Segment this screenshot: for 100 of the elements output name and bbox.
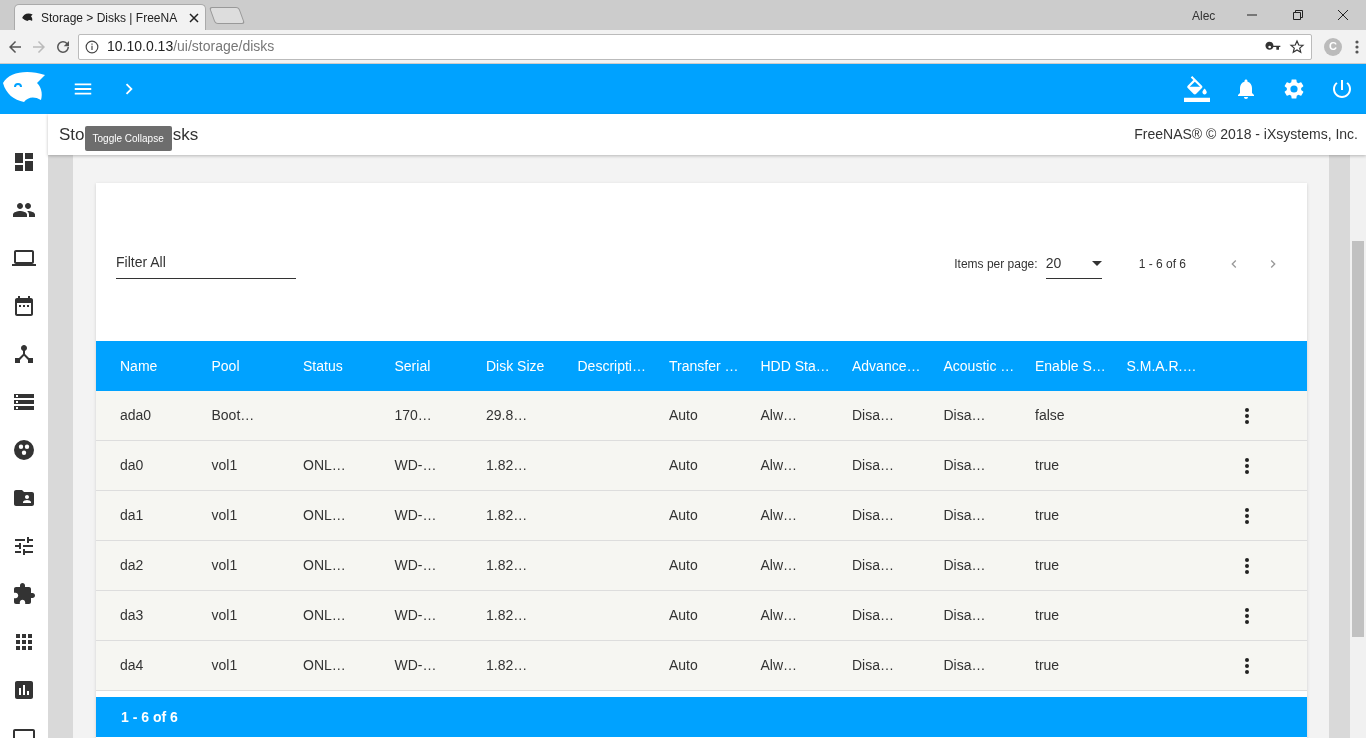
more-options-icon[interactable] bbox=[1244, 556, 1250, 575]
table-cell-text: ONL… bbox=[303, 456, 347, 475]
sharing-icon[interactable] bbox=[12, 438, 36, 462]
paint-bucket-icon[interactable] bbox=[1184, 76, 1210, 102]
more-options-icon[interactable] bbox=[1244, 656, 1250, 675]
column-header[interactable]: Disk Size bbox=[486, 355, 578, 377]
calendar-icon[interactable] bbox=[12, 294, 36, 318]
table-cell-text: vol1 bbox=[211, 506, 239, 525]
address-bar[interactable]: 10.10.0.13/ui/storage/disks bbox=[78, 33, 1312, 60]
table-cell-text: da3 bbox=[120, 606, 145, 625]
footer-range-text: 1 - 6 of 6 bbox=[121, 707, 178, 727]
table-cell-text: Disa… bbox=[852, 656, 895, 675]
browser-tab[interactable]: Storage > Disks | FreeNA bbox=[14, 4, 206, 30]
table-cell-text: WD-… bbox=[394, 606, 438, 625]
table-cell-text: da0 bbox=[120, 456, 145, 475]
table-cell-text: Auto bbox=[669, 456, 699, 475]
extension-button[interactable]: C bbox=[1324, 37, 1342, 56]
table-cell-text: Auto bbox=[669, 656, 699, 675]
profile-name[interactable]: Alec bbox=[1192, 7, 1216, 25]
more-options-icon[interactable] bbox=[1244, 606, 1250, 625]
items-per-page-select[interactable]: 20 bbox=[1045, 249, 1102, 279]
column-header[interactable]: Serial bbox=[394, 355, 486, 377]
menu-icon[interactable] bbox=[1354, 38, 1360, 55]
filter-field[interactable]: Filter All bbox=[116, 249, 296, 279]
table-cell-text: Disa… bbox=[943, 556, 987, 575]
table-cell-text: Alw… bbox=[760, 506, 799, 525]
bar-chart-icon[interactable] bbox=[12, 678, 36, 702]
table-cell-text: 29.8… bbox=[486, 406, 529, 425]
table-cell-text: 1.82… bbox=[486, 606, 529, 625]
more-options-icon[interactable] bbox=[1244, 456, 1250, 475]
table-cell-text: WD-… bbox=[394, 656, 438, 675]
table-cell-text: Alw… bbox=[760, 406, 799, 425]
column-header[interactable]: S.M.A.R.… bbox=[1126, 355, 1218, 377]
table-cell-text: Auto bbox=[669, 556, 699, 575]
dashboard-icon[interactable] bbox=[12, 150, 36, 174]
table-cell-text: Auto bbox=[669, 506, 699, 525]
table-cell-text: Disa… bbox=[943, 606, 987, 625]
table-cell-text: true bbox=[1035, 506, 1061, 525]
table-cell-text: da2 bbox=[120, 556, 145, 575]
scrollbar[interactable] bbox=[1350, 155, 1366, 738]
table-cell-text: 1.82… bbox=[486, 656, 529, 675]
table-cell-text: WD-… bbox=[394, 556, 438, 575]
table-cell-text: 170… bbox=[394, 406, 433, 425]
table-cell-text: Disa… bbox=[852, 556, 895, 575]
scrollbar-thumb[interactable] bbox=[1352, 241, 1364, 637]
table-cell-text: Disa… bbox=[852, 506, 895, 525]
breadcrumb[interactable]: Sto bbox=[59, 121, 85, 148]
table-cell-text: Auto bbox=[669, 606, 699, 625]
table-cell-text: ada0 bbox=[120, 406, 153, 425]
table-cell-text: ONL… bbox=[303, 506, 347, 525]
table-cell-text: Disa… bbox=[943, 506, 987, 525]
column-header[interactable]: Acoustic … bbox=[943, 355, 1035, 377]
table-cell-text: da1 bbox=[120, 506, 145, 525]
dropdown-caret-icon bbox=[1091, 261, 1102, 266]
network-icon[interactable] bbox=[12, 342, 36, 366]
power-icon[interactable] bbox=[1330, 77, 1354, 101]
more-options-icon[interactable] bbox=[1244, 406, 1250, 425]
table-cell-text: 1.82… bbox=[486, 506, 529, 525]
sliders-icon[interactable] bbox=[12, 534, 36, 558]
table-cell-text: true bbox=[1035, 556, 1061, 575]
table-cell-text: ONL… bbox=[303, 556, 347, 575]
table-cell-text: vol1 bbox=[211, 656, 239, 675]
table-cell-text: Alw… bbox=[760, 656, 799, 675]
column-header[interactable]: Enable S… bbox=[1035, 355, 1127, 377]
column-header[interactable]: Status bbox=[303, 355, 395, 377]
column-header[interactable]: Transfer … bbox=[669, 355, 761, 377]
table-cell-text: true bbox=[1035, 606, 1061, 625]
table-cell-text: vol1 bbox=[211, 606, 239, 625]
table-cell-text: Disa… bbox=[943, 456, 987, 475]
table-cell-text: 1.82… bbox=[486, 456, 529, 475]
table-cell-text: vol1 bbox=[211, 556, 239, 575]
table-cell-text: Disa… bbox=[943, 656, 987, 675]
column-header[interactable]: Name bbox=[120, 355, 212, 377]
table-cell-text: Boot… bbox=[211, 406, 256, 425]
close-icon[interactable] bbox=[189, 12, 199, 23]
table-cell-text: Disa… bbox=[852, 456, 895, 475]
star-icon[interactable] bbox=[1289, 38, 1305, 55]
column-header[interactable]: HDD Sta… bbox=[760, 355, 852, 377]
copyright-text: FreeNAS® © 2018 - iXsystems, Inc. bbox=[1134, 125, 1358, 144]
more-options-icon[interactable] bbox=[1244, 506, 1250, 525]
table-cell-text: WD-… bbox=[394, 456, 438, 475]
table-cell-text: ONL… bbox=[303, 606, 347, 625]
items-per-page-label: Items per page: bbox=[954, 256, 1038, 273]
table-cell-text: ONL… bbox=[303, 656, 347, 675]
puzzle-icon[interactable] bbox=[12, 582, 36, 606]
column-header[interactable]: Pool bbox=[211, 355, 303, 377]
table-cell-text: false bbox=[1035, 406, 1066, 425]
table-cell-text: true bbox=[1035, 456, 1061, 475]
table-cell-text: vol1 bbox=[211, 456, 239, 475]
info-icon bbox=[85, 39, 99, 54]
table-cell-text: da4 bbox=[120, 656, 145, 675]
table-cell-text: 1.82… bbox=[486, 556, 529, 575]
table-cell-text: Disa… bbox=[943, 406, 987, 425]
settings-icon[interactable] bbox=[1282, 77, 1306, 101]
range-label: 1 - 6 of 6 bbox=[1138, 256, 1186, 273]
column-header[interactable]: Advance… bbox=[852, 355, 944, 377]
breadcrumb[interactable]: sks bbox=[172, 121, 199, 148]
table-cell-text: Disa… bbox=[852, 606, 895, 625]
table-cell-text: Alw… bbox=[760, 456, 799, 475]
column-header[interactable]: Descripti… bbox=[577, 355, 669, 377]
